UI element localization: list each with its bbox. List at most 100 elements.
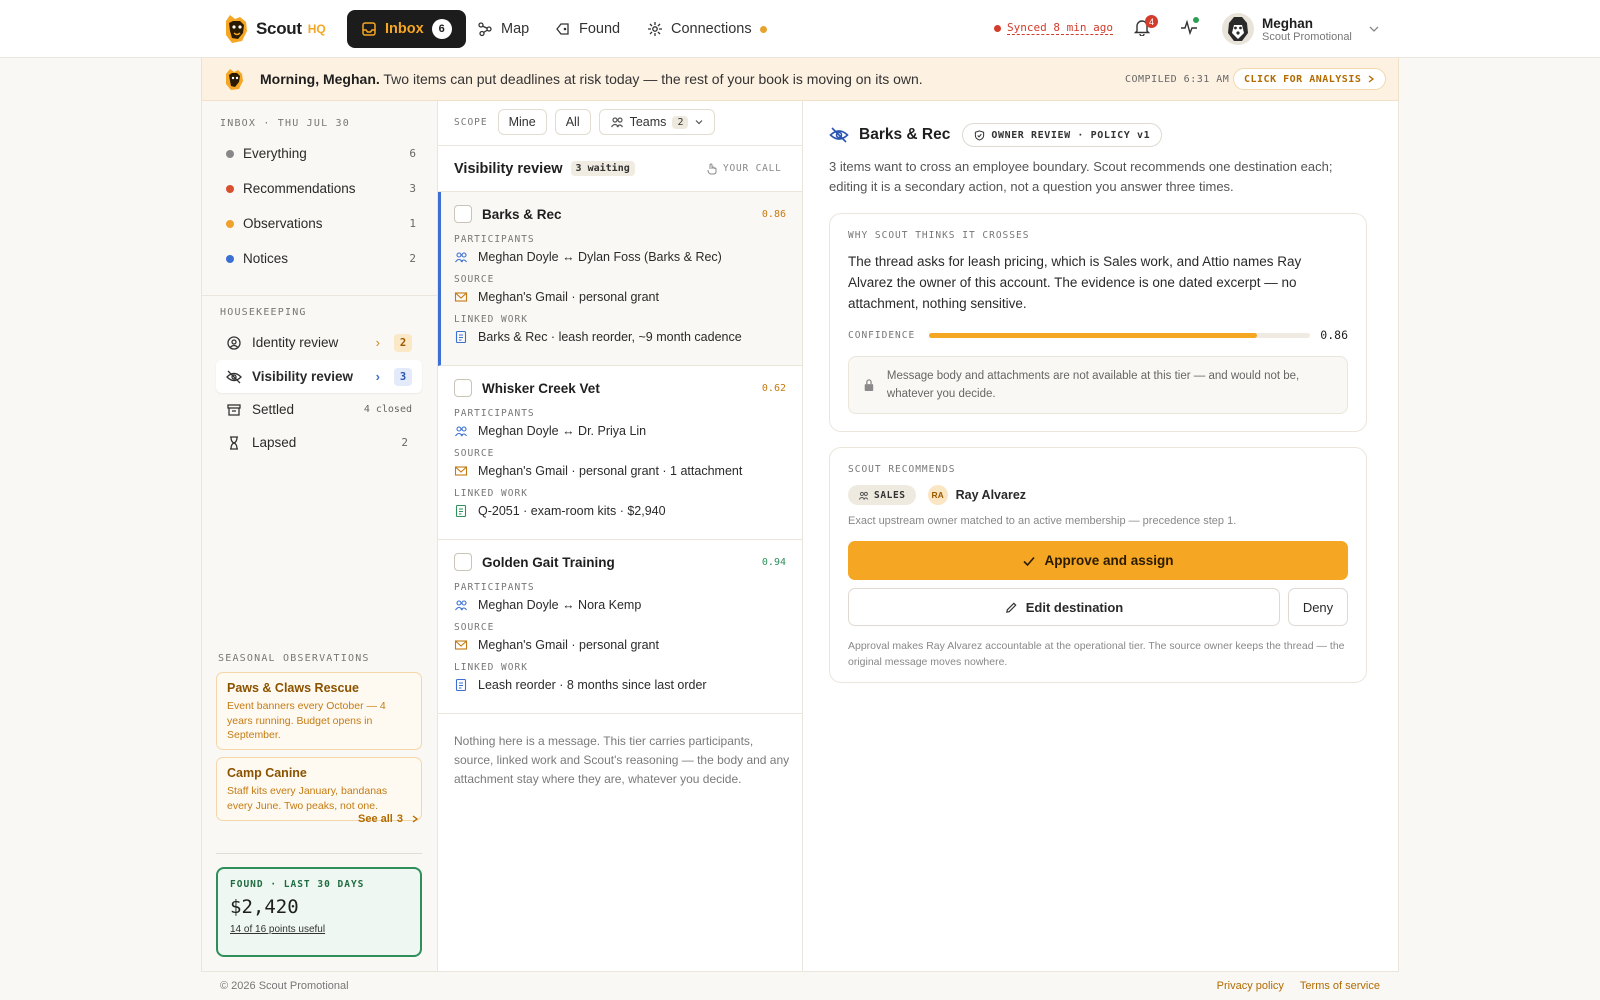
your-call-label: YOUR CALL [723,163,782,174]
housekeeping-title: HOUSEKEEPING [220,307,307,318]
divider [202,295,437,296]
item-source: Meghan's Gmail · personal grant · 1 atta… [478,464,743,478]
review-item[interactable]: Golden Gait Training 0.94 PARTICIPANTS M… [438,540,802,714]
sidebar-item-count: 1 [409,217,416,230]
scope-label: SCOPE [454,116,488,128]
visibility-review-header: Visibility review 3 waiting YOUR CALL [438,145,802,192]
sidebar-item-label: Settled [252,402,295,417]
mail-icon [454,292,468,302]
item-participants: Meghan Doyle ↔ Nora Kemp [478,598,642,612]
copyright: © 2026 Scout Promotional [220,980,349,992]
observation-title: Camp Canine [227,766,307,780]
dog-avatar-icon [1228,17,1248,41]
notifications-button[interactable]: 4 [1133,15,1158,36]
briefing-banner: Morning, Meghan. Two items can put deadl… [201,58,1399,101]
lock-note-text: Message body and attachments are not ava… [886,370,1300,400]
brand-logo[interactable]: Scout HQ [220,13,326,45]
found-summary-card[interactable]: FOUND · LAST 30 DAYS $2,420 14 of 16 poi… [216,867,422,957]
item-linked-work: Leash reorder · 8 months since last orde… [478,678,707,692]
tier-lock-note: Message body and attachments are not ava… [848,356,1348,414]
user-menu[interactable]: Meghan Scout Promotional [1222,13,1380,45]
sidebar-item-count: 2 [409,252,416,265]
confidence-value: 0.86 [1320,328,1348,342]
observation-body: Event banners every October — 4 years ru… [227,700,386,741]
dog-mascot-icon [226,69,243,90]
inbox-section-title: INBOX · THU JUL 30 [220,118,350,129]
hourglass-icon [230,435,238,450]
see-all-link[interactable]: See all 3 [358,813,419,825]
scope-option-label: All [565,115,580,129]
tab-found[interactable]: Found [541,10,634,48]
briefing-text: Two items can put deadlines at risk toda… [383,71,923,87]
detail-title: Barks & Rec [859,126,951,143]
scope-teams-dropdown[interactable]: Teams 2 [598,109,716,135]
scope-all-button[interactable]: All [554,109,591,135]
sync-status[interactable]: Synced 8 min ago [994,21,1113,35]
chevron-right-icon [1368,75,1375,83]
chevron-down-icon [1369,26,1379,32]
found-sub[interactable]: 14 of 16 points useful [230,924,408,935]
item-participants: Meghan Doyle ↔ Dylan Foss (Barks & Rec) [478,250,722,264]
detail-description: 3 items want to cross an employee bounda… [829,159,1333,194]
owner-avatar: RA [927,485,948,505]
tab-inbox[interactable]: Inbox 6 [347,10,466,48]
terms-link[interactable]: Terms of service [1300,980,1380,992]
source-label: SOURCE [454,274,495,285]
see-all-count: 3 [396,813,403,825]
deny-button[interactable]: Deny [1288,588,1348,626]
owner-name: Ray Alvarez [955,488,1027,502]
item-linked-work: Barks & Rec · leash reorder, ~9 month ca… [478,330,742,344]
edit-destination-button[interactable]: Edit destination [848,588,1280,626]
sidebar-item-visibility-review[interactable]: Visibility review › 3 [216,360,422,393]
sidebar-item-everything[interactable]: Everything 6 [226,146,416,161]
review-item[interactable]: Whisker Creek Vet 0.62 PARTICIPANTS Megh… [438,366,802,540]
tab-map-label: Map [501,21,530,37]
item-name: Barks & Rec [482,206,562,222]
main-frame: INBOX · THU JUL 30 Everything 6 Recommen… [201,101,1399,971]
mail-icon [454,466,468,476]
analysis-button[interactable]: CLICK FOR ANALYSIS [1233,68,1387,90]
chevron-right-icon [412,815,419,823]
source-label: SOURCE [454,448,495,459]
review-item[interactable]: Barks & Rec 0.86 PARTICIPANTS Meghan Doy… [438,192,802,366]
sidebar-item-recommendations[interactable]: Recommendations 3 [226,181,416,196]
activity-status-dot [1193,17,1199,23]
privacy-link[interactable]: Privacy policy [1217,980,1284,992]
sidebar: INBOX · THU JUL 30 Everything 6 Recommen… [202,101,438,971]
approve-button[interactable]: Approve and assign [848,541,1348,580]
top-nav: Scout HQ Inbox 6 Map Found Connections S… [0,0,1600,58]
sidebar-item-identity-review[interactable]: Identity review › 2 [216,326,422,359]
linked-work-label: LINKED WORK [454,314,528,325]
observation-card[interactable]: Paws & Claws Rescue Event banners every … [216,672,422,750]
category-dot [226,149,234,158]
sidebar-item-settled[interactable]: Settled 4 closed [216,393,422,426]
tab-connections[interactable]: Connections [633,10,781,48]
approve-button-label: Approve and assign [1044,553,1174,568]
activity-button[interactable] [1180,17,1199,36]
sidebar-item-label: Observations [243,216,323,231]
dog-logo-icon [226,15,247,43]
quote-document-icon [455,504,467,518]
tier-note: Nothing here is a message. This tier car… [454,734,790,786]
item-name: Whisker Creek Vet [482,380,600,396]
sidebar-item-notices[interactable]: Notices 2 [226,251,416,266]
item-name: Golden Gait Training [482,554,615,570]
found-label: FOUND · LAST 30 DAYS [230,879,365,890]
team-icon [858,491,869,500]
scope-mine-button[interactable]: Mine [497,109,547,135]
item-checkbox[interactable] [454,379,472,397]
team-name: SALES [874,489,906,501]
item-checkbox[interactable] [454,205,472,223]
sidebar-item-label: Recommendations [243,181,356,196]
tab-inbox-label: Inbox [385,21,424,37]
your-call-indicator: YOUR CALL [706,163,782,175]
sidebar-item-lapsed[interactable]: Lapsed 2 [216,426,422,459]
team-badge: SALES [848,485,916,505]
item-checkbox[interactable] [454,553,472,571]
participants-label: PARTICIPANTS [454,582,535,593]
waiting-badge: 3 waiting [570,161,635,176]
sidebar-item-observations[interactable]: Observations 1 [226,216,416,231]
people-icon [455,600,467,611]
observation-card[interactable]: Camp Canine Staff kits every January, ba… [216,757,422,821]
tab-map[interactable]: Map [463,10,543,48]
